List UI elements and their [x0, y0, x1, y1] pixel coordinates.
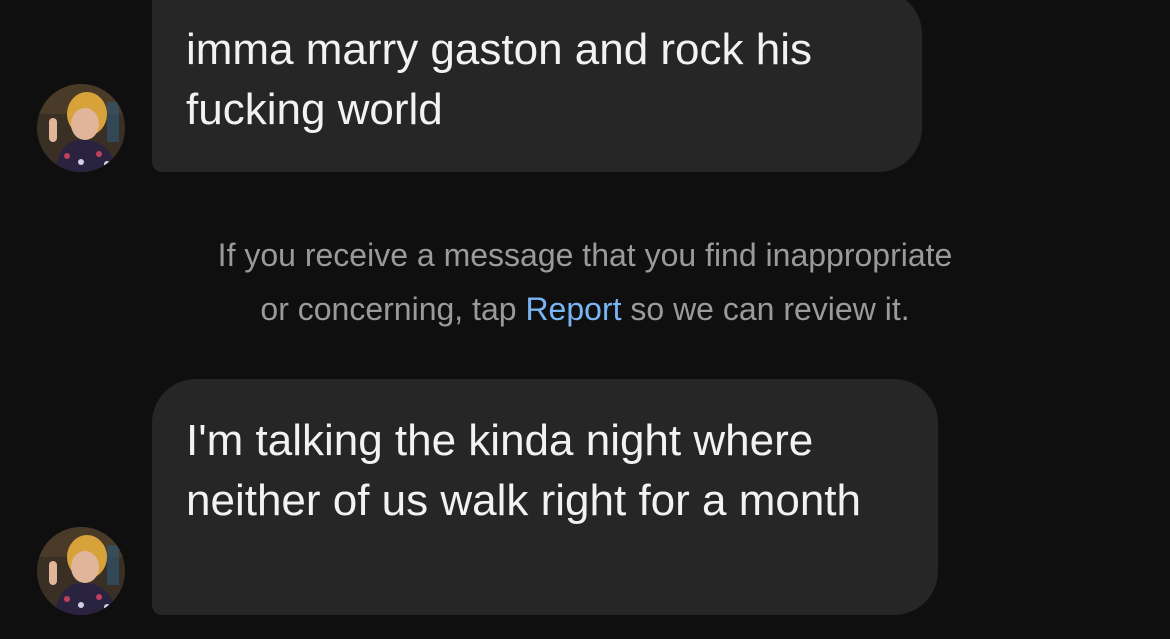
avatar-photo-icon — [37, 84, 125, 172]
notice-text-before: or concerning, tap — [260, 291, 526, 327]
avatar-photo-icon — [37, 527, 125, 615]
sender-avatar[interactable] — [37, 527, 125, 615]
sender-avatar[interactable] — [37, 84, 125, 172]
message-bubble[interactable]: imma marry gaston and rock his fucking w… — [152, 0, 922, 172]
report-notice: If you receive a message that you find i… — [0, 228, 1170, 336]
notice-line-2: or concerning, tap Report so we can revi… — [0, 282, 1170, 336]
report-link[interactable]: Report — [525, 291, 621, 327]
message-bubble[interactable]: I'm talking the kinda night where neithe… — [152, 379, 938, 615]
chat-thread: imma marry gaston and rock his fucking w… — [0, 0, 1170, 639]
notice-text-after: so we can review it. — [621, 291, 910, 327]
notice-line-1: If you receive a message that you find i… — [217, 237, 953, 273]
